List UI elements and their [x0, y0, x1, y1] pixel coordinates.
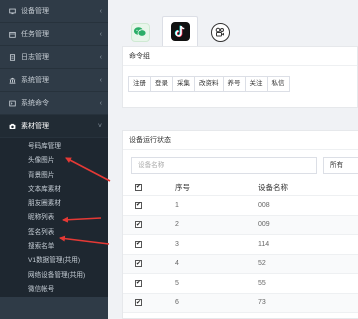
device-status-panel: 设备运行状态 设备名称 所有 ✔ 序号 设备名称 ✔ 1 008 ✔ 2 009…: [122, 130, 358, 319]
tiktok-icon: [170, 22, 190, 41]
chevron-left-icon: ‹: [99, 99, 102, 107]
device-table: ✔ 序号 设备名称 ✔ 1 008 ✔ 2 009 ✔ 3 114 ✔ 4 52…: [123, 179, 358, 319]
row-checkbox[interactable]: ✔: [135, 260, 142, 268]
row-number: 2: [175, 221, 179, 229]
row-device-name: 009: [258, 221, 270, 229]
terminal-icon: [8, 99, 17, 107]
row-device-name: 73: [258, 299, 266, 307]
row-number: 5: [175, 279, 179, 287]
login-button[interactable]: 登录: [150, 76, 173, 92]
follow-button[interactable]: 关注: [244, 76, 268, 92]
row-number: 3: [175, 240, 179, 248]
submenu-item-search-list[interactable]: 搜索名单: [0, 240, 108, 254]
table-row[interactable]: ✔ 1 008: [123, 196, 358, 216]
chevron-left-icon: ‹: [99, 30, 102, 38]
submenu-material: 号码库管理 头像图片 背景图片 文本库素材 朋友圈素材 昵称列表 签名列表 搜索…: [0, 138, 108, 298]
sidebar-item-material[interactable]: 素材管理 ˅: [0, 115, 108, 138]
table-row[interactable]: ✔ 4 52: [123, 254, 358, 274]
monitor-icon: [8, 7, 17, 15]
sidebar-item-task[interactable]: 任务管理 ‹: [0, 23, 108, 46]
chevron-down-icon: ˅: [97, 122, 102, 130]
submenu-item-network-device[interactable]: 网络设备管理(共用): [0, 269, 108, 283]
row-checkbox[interactable]: ✔: [135, 240, 142, 248]
sidebar-item-log[interactable]: 日志管理 ‹: [0, 46, 108, 69]
tab-kuaishou[interactable]: [202, 18, 238, 46]
edit-profile-button[interactable]: 改资料: [194, 76, 224, 92]
command-group-panel: 命令组 注册 登录 采集 改资料 养号 关注 私信: [122, 46, 358, 108]
table-row[interactable]: ✔ 6 73: [123, 293, 358, 313]
sidebar-item-label: 系统管理: [21, 77, 49, 84]
calendar-icon: [8, 30, 17, 38]
private-message-button[interactable]: 私信: [266, 76, 290, 92]
sidebar-item-label: 设备管理: [21, 8, 49, 15]
submenu-item-signature-list[interactable]: 签名列表: [0, 226, 108, 240]
table-row[interactable]: ✔ 7 82: [123, 313, 358, 319]
chevron-left-icon: ‹: [99, 7, 102, 15]
table-row[interactable]: ✔ 3 114: [123, 235, 358, 255]
row-checkbox[interactable]: ✔: [135, 299, 142, 307]
select-all-checkbox[interactable]: ✔: [135, 183, 142, 191]
bank-icon: [8, 76, 17, 84]
device-status-title: 设备运行状态: [123, 131, 358, 150]
nurture-account-button[interactable]: 养号: [222, 76, 246, 92]
submenu-item-nickname-list[interactable]: 昵称列表: [0, 211, 108, 225]
sidebar-item-command[interactable]: 系统命令 ‹: [0, 92, 108, 115]
sidebar: 设备管理 ‹ 任务管理 ‹ 日志管理 ‹ 系统管理 ‹ 系统命令 ‹ 素材管理 …: [0, 0, 108, 319]
row-checkbox[interactable]: ✔: [135, 279, 142, 287]
column-header-device-name: 设备名称: [258, 182, 288, 192]
row-device-name: 008: [258, 201, 270, 209]
main-content: 命令组 注册 登录 采集 改资料 养号 关注 私信 设备运行状态 设备名称 所有…: [108, 0, 358, 319]
camera-icon: [8, 122, 17, 130]
collect-button[interactable]: 采集: [172, 76, 195, 92]
device-name-search-input[interactable]: 设备名称: [131, 157, 317, 174]
chevron-left-icon: ‹: [99, 76, 102, 84]
kuaishou-icon: [210, 22, 230, 42]
row-number: 1: [175, 201, 179, 209]
submenu-item-phone-library[interactable]: 号码库管理: [0, 140, 108, 154]
sidebar-item-label: 素材管理: [21, 123, 49, 130]
submenu-item-moments-material[interactable]: 朋友圈素材: [0, 197, 108, 211]
wechat-icon: [130, 22, 150, 42]
table-header-row: ✔ 序号 设备名称: [123, 179, 358, 196]
row-number: 4: [175, 260, 179, 268]
submenu-item-text-library[interactable]: 文本库素材: [0, 183, 108, 197]
register-button[interactable]: 注册: [128, 76, 151, 92]
table-row[interactable]: ✔ 2 009: [123, 215, 358, 235]
sidebar-item-system[interactable]: 系统管理 ‹: [0, 69, 108, 92]
column-header-number: 序号: [175, 182, 190, 192]
row-device-name: 52: [258, 260, 266, 268]
tab-wechat[interactable]: [122, 18, 158, 46]
submenu-item-wechat-account[interactable]: 微信帐号: [0, 283, 108, 297]
row-number: 6: [175, 299, 179, 307]
chevron-left-icon: ‹: [99, 53, 102, 61]
submenu-item-v1-data[interactable]: V1数据管理(共用): [0, 254, 108, 268]
submenu-item-background-images[interactable]: 背景图片: [0, 169, 108, 183]
sidebar-item-label: 系统命令: [21, 100, 49, 107]
sidebar-item-label: 日志管理: [21, 54, 49, 61]
command-group-title: 命令组: [123, 47, 357, 66]
row-checkbox[interactable]: ✔: [135, 201, 142, 209]
row-device-name: 114: [258, 240, 270, 248]
submenu-item-avatar-images[interactable]: 头像图片: [0, 154, 108, 168]
sidebar-item-device[interactable]: 设备管理 ‹: [0, 0, 108, 23]
app-tabs: [122, 16, 242, 46]
status-filter-select[interactable]: 所有: [323, 157, 358, 174]
row-device-name: 55: [258, 279, 266, 287]
table-row[interactable]: ✔ 5 55: [123, 274, 358, 294]
command-button-group: 注册 登录 采集 改资料 养号 关注 私信: [123, 66, 357, 92]
sidebar-item-label: 任务管理: [21, 31, 49, 38]
tab-tiktok[interactable]: [162, 16, 198, 46]
row-checkbox[interactable]: ✔: [135, 221, 142, 229]
filter-bar: 设备名称 所有: [123, 150, 358, 180]
document-icon: [8, 53, 17, 61]
